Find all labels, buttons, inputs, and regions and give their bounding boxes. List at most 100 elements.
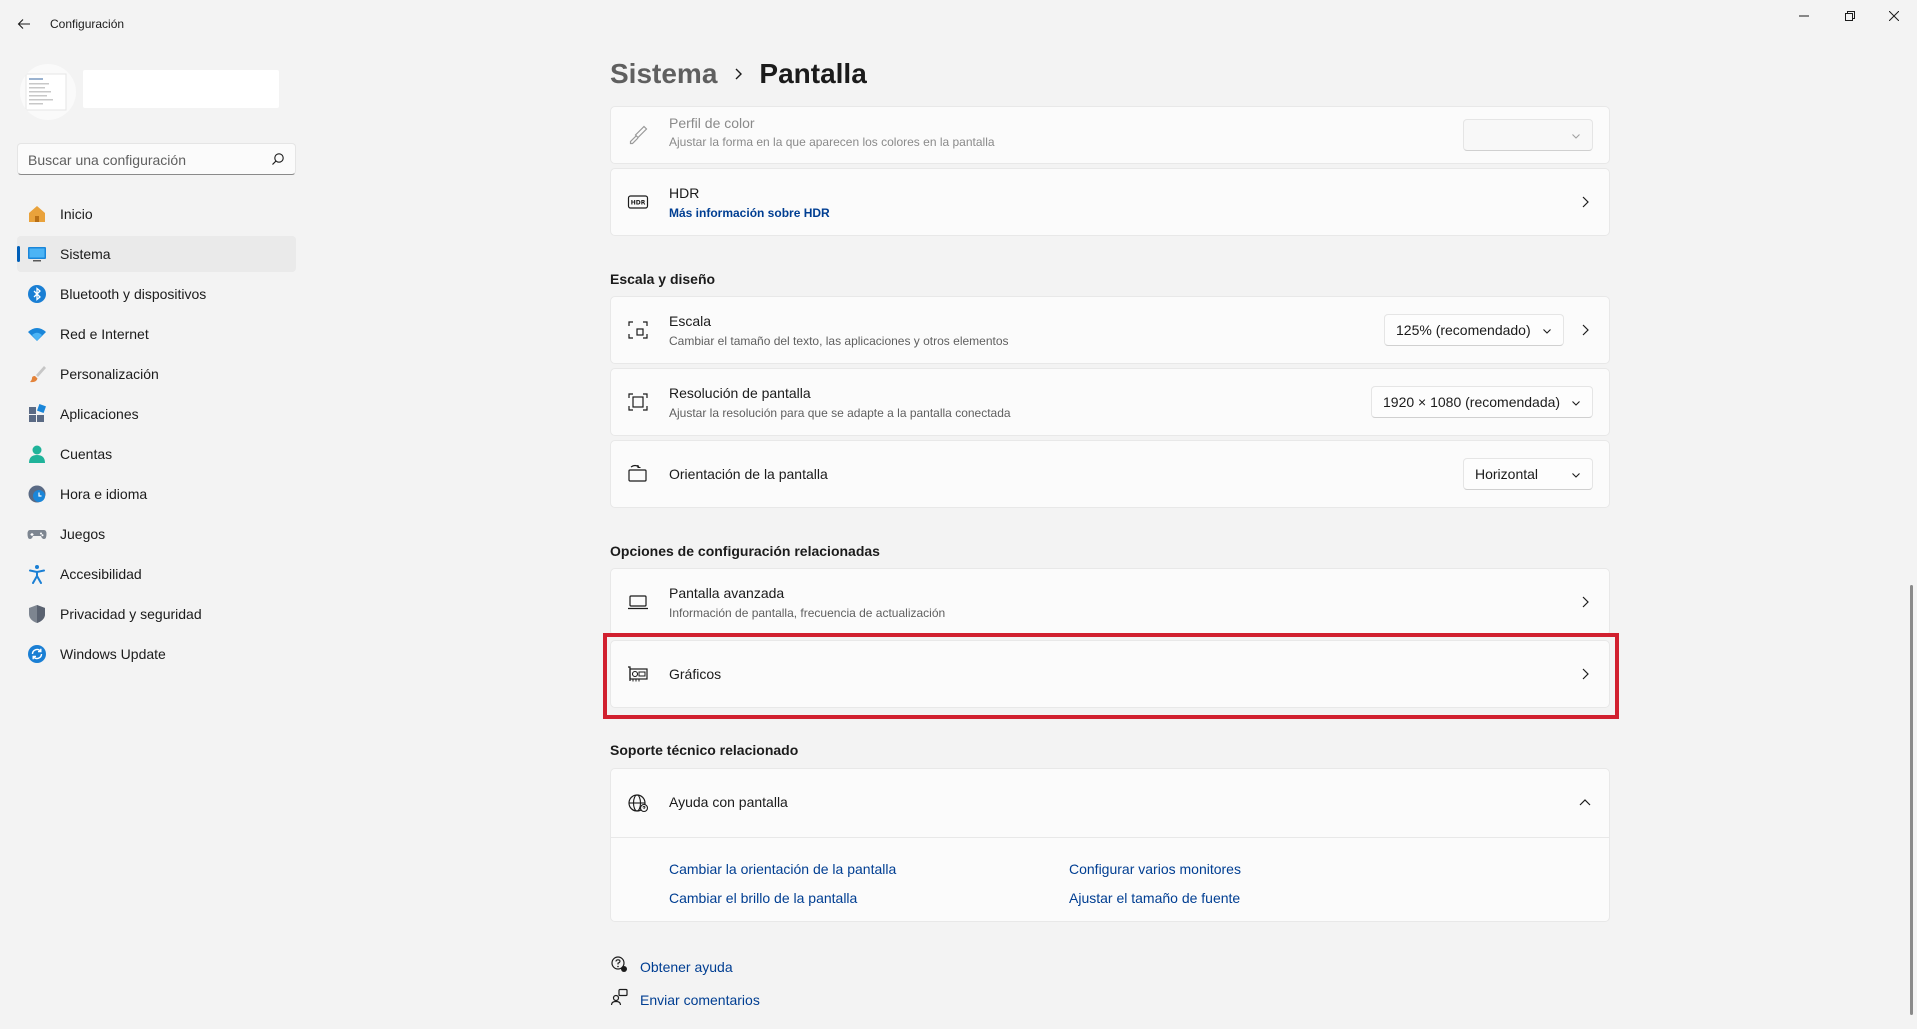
sidebar-item-aplicaciones[interactable]: Aplicaciones <box>17 396 296 432</box>
sidebar-item-label: Hora e idioma <box>60 486 148 502</box>
sidebar-item-label: Personalización <box>60 366 159 382</box>
feedback-link[interactable]: Enviar comentarios <box>640 992 760 1008</box>
sidebar-item-label: Cuentas <box>60 446 113 462</box>
restore-button[interactable] <box>1827 0 1873 32</box>
chevron-right-icon <box>1577 594 1593 610</box>
graphics-card-icon <box>627 663 649 685</box>
search-input[interactable]: Buscar una configuración <box>17 143 296 175</box>
get-help-row[interactable]: Obtener ayuda <box>610 955 733 978</box>
eyedropper-icon <box>627 124 649 146</box>
page-title: Pantalla <box>759 58 867 89</box>
get-help-link[interactable]: Obtener ayuda <box>640 959 733 975</box>
avatar[interactable] <box>20 64 76 120</box>
chevron-right-icon <box>1577 194 1593 210</box>
help-link-orientation[interactable]: Cambiar la orientación de la pantalla <box>669 861 896 877</box>
orientation-title: Orientación de la pantalla <box>669 466 828 482</box>
feedback-row[interactable]: Enviar comentarios <box>610 988 760 1011</box>
apps-icon <box>27 404 47 424</box>
help-card-header[interactable]: Ayuda con pantalla <box>611 769 1609 837</box>
close-button[interactable] <box>1871 0 1917 32</box>
system-icon <box>27 244 47 264</box>
section-support: Soporte técnico relacionado <box>610 742 799 758</box>
chevron-down-icon <box>1570 129 1582 145</box>
color-profile-card[interactable]: Perfil de color Ajustar la forma en la q… <box>610 106 1610 164</box>
clock-globe-icon <box>27 484 47 504</box>
resolution-subtitle: Ajustar la resolución para que se adapte… <box>669 406 1011 420</box>
resolution-dropdown[interactable]: 1920 × 1080 (recomendada) <box>1371 386 1593 418</box>
sidebar-item-juegos[interactable]: Juegos <box>17 516 296 552</box>
search-icon[interactable] <box>271 152 285 171</box>
feedback-icon <box>610 988 628 1011</box>
divider <box>611 837 1609 838</box>
sidebar: Buscar una configuración Inicio Sistema … <box>0 48 300 1029</box>
sidebar-item-hora[interactable]: Hora e idioma <box>17 476 296 512</box>
advanced-display-card[interactable]: Pantalla avanzada Información de pantall… <box>610 568 1610 636</box>
sidebar-item-label: Bluetooth y dispositivos <box>60 286 207 302</box>
svg-text:HDR: HDR <box>631 200 646 207</box>
minimize-button[interactable] <box>1781 0 1827 32</box>
help-link-font-size[interactable]: Ajustar el tamaño de fuente <box>1069 890 1240 906</box>
chevron-up-icon[interactable] <box>1577 795 1593 811</box>
back-button[interactable] <box>12 12 36 36</box>
hdr-info-link[interactable]: Más información sobre HDR <box>669 206 830 220</box>
back-arrow-icon <box>17 19 30 29</box>
orientation-icon <box>627 463 649 485</box>
brush-icon <box>27 364 47 384</box>
avatar-thumbnail-icon <box>25 73 67 111</box>
sidebar-item-sistema[interactable]: Sistema <box>17 236 296 272</box>
update-icon <box>27 644 47 664</box>
resolution-card[interactable]: Resolución de pantalla Ajustar la resolu… <box>610 368 1610 436</box>
color-profile-title: Perfil de color <box>669 115 755 131</box>
sidebar-item-accesibilidad[interactable]: Accesibilidad <box>17 556 296 592</box>
gamepad-icon <box>27 524 47 544</box>
scale-dropdown[interactable]: 125% (recomendado) <box>1384 314 1564 346</box>
help-card: Ayuda con pantalla Cambiar la orientació… <box>610 768 1610 922</box>
chevron-right-icon <box>1577 666 1593 682</box>
breadcrumb: Sistema Pantalla <box>610 58 867 90</box>
sidebar-item-privacidad[interactable]: Privacidad y seguridad <box>17 596 296 632</box>
sidebar-item-red[interactable]: Red e Internet <box>17 316 296 352</box>
resolution-value: 1920 × 1080 (recomendada) <box>1383 394 1561 410</box>
help-link-brightness[interactable]: Cambiar el brillo de la pantalla <box>669 890 857 906</box>
sidebar-item-windows-update[interactable]: Windows Update <box>17 636 296 672</box>
sidebar-item-label: Red e Internet <box>60 326 149 342</box>
hdr-card[interactable]: HDR HDR Más información sobre HDR <box>610 168 1610 236</box>
sidebar-item-personalizacion[interactable]: Personalización <box>17 356 296 392</box>
chevron-right-icon[interactable] <box>1577 322 1593 338</box>
wifi-icon <box>27 324 47 344</box>
orientation-value: Horizontal <box>1475 466 1539 482</box>
close-icon <box>1889 11 1899 21</box>
resolution-title: Resolución de pantalla <box>669 385 811 401</box>
orientation-card[interactable]: Orientación de la pantalla Horizontal <box>610 440 1610 508</box>
scale-value: 125% (recomendado) <box>1396 322 1531 338</box>
scale-icon <box>627 319 649 341</box>
help-chat-icon <box>610 955 628 978</box>
breadcrumb-sistema[interactable]: Sistema <box>610 58 717 90</box>
bluetooth-icon <box>27 284 47 304</box>
scale-card[interactable]: Escala Cambiar el tamaño del texto, las … <box>610 296 1610 364</box>
help-link-multiple-monitors[interactable]: Configurar varios monitores <box>1069 861 1241 877</box>
color-profile-dropdown[interactable] <box>1463 119 1593 151</box>
home-icon <box>27 204 47 224</box>
account-icon <box>27 444 47 464</box>
orientation-dropdown[interactable]: Horizontal <box>1463 458 1593 490</box>
app-title: Configuración <box>50 17 125 31</box>
accessibility-icon <box>27 564 47 584</box>
section-related: Opciones de configuración relacionadas <box>610 543 880 559</box>
hdr-icon: HDR <box>627 191 649 213</box>
sidebar-item-cuentas[interactable]: Cuentas <box>17 436 296 472</box>
color-profile-subtitle: Ajustar la forma en la que aparecen los … <box>669 135 995 149</box>
restore-icon <box>1845 11 1855 21</box>
advanced-display-subtitle: Información de pantalla, frecuencia de a… <box>669 606 946 620</box>
chevron-down-icon <box>1570 468 1582 484</box>
sidebar-item-bluetooth[interactable]: Bluetooth y dispositivos <box>17 276 296 312</box>
sidebar-item-label: Accesibilidad <box>60 566 142 582</box>
graphics-card[interactable]: Gráficos <box>610 640 1610 708</box>
scale-subtitle: Cambiar el tamaño del texto, las aplicac… <box>669 334 1009 348</box>
search-placeholder: Buscar una configuración <box>28 152 186 168</box>
scrollbar[interactable] <box>1910 585 1913 1015</box>
sidebar-item-inicio[interactable]: Inicio <box>17 196 296 232</box>
graphics-title: Gráficos <box>669 666 722 682</box>
scale-title: Escala <box>669 313 712 329</box>
help-title: Ayuda con pantalla <box>669 794 788 810</box>
